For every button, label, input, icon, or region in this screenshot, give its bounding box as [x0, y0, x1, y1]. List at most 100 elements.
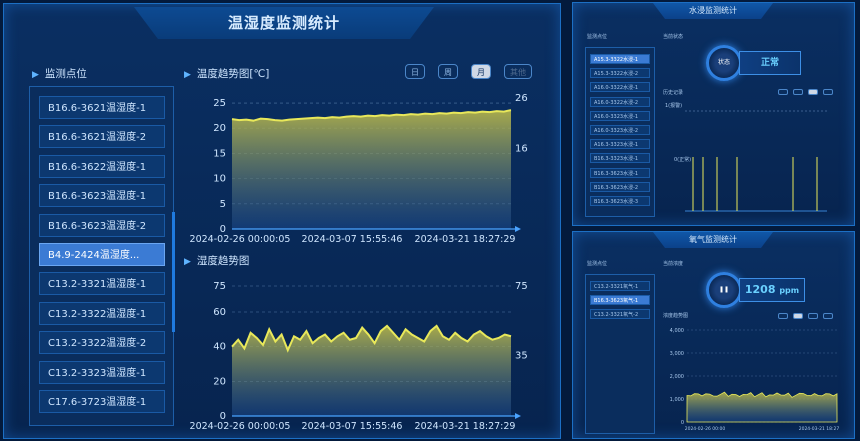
oxygen-y-tick: 4,000	[670, 328, 684, 334]
water-points-list-item[interactable]: B16.3-3623水浸-1	[590, 167, 650, 178]
oxygen-points-list-item[interactable]: C13.2-3321氧气-2	[590, 309, 650, 320]
water-circle-text: 状态	[717, 59, 730, 66]
points-list-item[interactable]: B16.6-3622温湿度-1	[39, 154, 165, 178]
hum-chart-y-tick: 60	[213, 307, 226, 318]
temp-chart-right-tick: 26	[515, 93, 528, 104]
temp-chart-y-tick: 25	[213, 98, 226, 109]
water-status-label: 当前状态	[663, 34, 684, 40]
oxygen-range-month-button[interactable]	[808, 313, 818, 319]
oxygen-y-tick: 3,000	[670, 351, 684, 357]
temp-chart-y-tick: 15	[213, 148, 226, 159]
water-status-value: 正常	[760, 58, 779, 68]
points-list-item[interactable]: C13.2-3322温湿度-2	[39, 331, 165, 355]
points-list: B16.6-3621温湿度-1 B16.6-3621温湿度-2 B16.6-3622…	[29, 86, 174, 426]
points-list-item[interactable]: C13.2-3321温湿度-1	[39, 272, 165, 296]
water-points-list: A15.3-3322水浸-1 A15.3-3322水浸-2 A16.0-3322水浸…	[585, 47, 655, 217]
temp-chart-area	[232, 110, 511, 229]
oxygen-trend-chart: 4,000 3,000 2,000 1,000 02024-02-26 00:00 202…	[670, 328, 840, 432]
temp-chart-y-tick: 5	[220, 199, 226, 210]
hum-chart-title: 湿度趋势图	[196, 255, 250, 267]
water-title: 水浸监测统计	[689, 6, 737, 15]
water-points-list-item[interactable]: A15.3-3322水浸-1	[590, 54, 650, 64]
oxygen-points-list-item[interactable]: B16.3-3623氧气-1	[590, 295, 650, 306]
oxygen-y-tick: 1,000	[670, 397, 684, 403]
water-points-list-item[interactable]: A16.3-3323水浸-1	[590, 139, 650, 150]
hum-chart-y-tick: 20	[213, 376, 226, 387]
points-list-item[interactable]: C13.2-3323温湿度-1	[39, 360, 165, 384]
temp-chart-y-tick: 10	[213, 174, 226, 185]
temp-chart-label: ▶ 温度趋势图[℃]	[184, 66, 269, 81]
water-range-day-button[interactable]	[778, 89, 788, 95]
oxygen-title: 氧气监测统计	[689, 235, 737, 244]
range-other-button[interactable]: 其他	[504, 64, 532, 79]
water-range-other-button[interactable]	[823, 89, 833, 95]
hum-chart-right-tick: 35	[515, 350, 528, 361]
water-panel: 水浸监测统计 监测点位 A15.3-3322水浸-1 A15.3-3322水浸-2…	[572, 2, 855, 226]
points-label-text: 监测点位	[44, 68, 87, 80]
water-history-chart	[685, 110, 827, 212]
points-list-item[interactable]: B16.6-3621温湿度-1	[39, 96, 165, 119]
temp-chart-x-tick: 2024-02-26 00:00:05	[190, 234, 291, 245]
oxygen-trend-label: 浓度趋势图	[663, 313, 689, 319]
gauge-icon: ❚❚	[718, 286, 730, 293]
oxygen-value: 1208	[744, 283, 776, 296]
temp-chart-title: 温度趋势图[℃]	[196, 68, 270, 80]
oxygen-area	[686, 391, 838, 423]
triangle-icon: ▶	[184, 257, 191, 267]
points-section-label: ▶ 监测点位	[32, 66, 87, 81]
oxygen-range-day-button[interactable]	[778, 313, 788, 319]
range-month-button[interactable]: 月	[471, 64, 491, 79]
hum-chart-right-tick: 75	[515, 281, 528, 292]
points-list-item[interactable]: B16.6-3623温湿度-1	[39, 184, 165, 208]
points-list-item[interactable]: B16.6-3623温湿度-2	[39, 213, 165, 237]
oxygen-y-tick: 2,000	[670, 374, 684, 380]
triangle-icon: ▶	[32, 70, 39, 80]
range-day-button[interactable]: 日	[405, 64, 425, 79]
water-points-list-item[interactable]: A15.3-3322水浸-2	[590, 68, 650, 79]
water-points-list-item[interactable]: A16.0-3323水浸-2	[590, 125, 650, 135]
hum-chart: 75604020075352024-02-26 00:00:05 2024-03-…	[190, 281, 528, 432]
water-points-list-item[interactable]: A16.0-3322水浸-1	[590, 82, 650, 93]
hum-chart-x-axis-arrow	[515, 413, 521, 419]
water-range-week-button[interactable]	[793, 89, 803, 95]
oxygen-unit: ppm	[779, 286, 800, 295]
water-points-list-item[interactable]: B16.3-3323水浸-1	[590, 153, 650, 164]
temp-chart-right-tick: 16	[515, 143, 528, 154]
oxygen-value-box: 1208 ppm	[739, 278, 805, 302]
oxygen-points-list: C13.2-3321氧气-1 B16.3-3623氧气-1 C13.2-3321氧气…	[585, 274, 655, 434]
hum-chart-y-tick: 40	[213, 342, 226, 353]
hum-chart-x-tick: 2024-02-26 00:00:05	[190, 421, 291, 432]
oxygen-points-list-item[interactable]: C13.2-3321氧气-1	[590, 281, 650, 291]
temp-chart-x-tick: 2024-03-21 18:27:29	[415, 234, 516, 245]
water-points-list-item[interactable]: B16.3-3623水浸-3	[590, 196, 650, 206]
oxygen-status-label: 当前浓度	[663, 261, 684, 267]
hum-chart-y-tick: 75	[213, 281, 226, 292]
oxygen-panel: 氧气监测统计 监测点位 C13.2-3321氧气-1 B16.3-3623氧气-1…	[572, 231, 855, 439]
points-list-item[interactable]: C13.2-3322温湿度-1	[39, 301, 165, 325]
temp-chart-x-tick: 2024-03-07 15:55:46	[302, 234, 403, 245]
temp-chart: 252015105026162024-02-26 00:00:05 2024-03…	[190, 93, 528, 245]
water-history-label: 历史记录	[663, 90, 684, 96]
points-list-scrollbar[interactable]	[172, 212, 175, 332]
oxygen-range-other-button[interactable]	[823, 313, 833, 319]
oxygen-x-tick: 2024-03-21 18:27	[799, 426, 840, 432]
range-week-button[interactable]: 周	[438, 64, 458, 79]
temp-chart-y-tick: 20	[213, 123, 226, 134]
oxygen-y-tick: 0	[681, 420, 684, 426]
temp-humidity-panel: 温湿度监测统计 ▶ 监测点位 B16.6-3621温湿度-1 B16.6-3621温…	[3, 3, 561, 439]
water-range-month-button[interactable]	[808, 89, 818, 95]
hum-chart-label: ▶ 湿度趋势图	[184, 253, 249, 268]
triangle-icon: ▶	[184, 70, 191, 80]
water-points-list-item[interactable]: A16.0-3322水浸-2	[590, 96, 650, 107]
water-points-list-item[interactable]: B16.3-3623水浸-2	[590, 181, 650, 192]
temp-chart-x-axis-arrow	[515, 226, 521, 232]
hum-chart-x-tick: 2024-03-07 15:55:46	[302, 421, 403, 432]
points-list-item[interactable]: B16.6-3621温湿度-2	[39, 125, 165, 149]
points-list-item[interactable]: B4.9-2424温湿度...	[39, 243, 165, 266]
water-y-label-alarm: 1(报警)	[665, 103, 683, 109]
oxygen-range-week-button[interactable]	[793, 313, 803, 319]
oxygen-points-label: 监测点位	[587, 261, 608, 267]
points-list-item[interactable]: C17.6-3723温湿度-1	[39, 390, 165, 413]
water-points-list-item[interactable]: A16.0-3323水浸-1	[590, 110, 650, 121]
oxygen-status-circle: ❚❚	[706, 272, 742, 308]
